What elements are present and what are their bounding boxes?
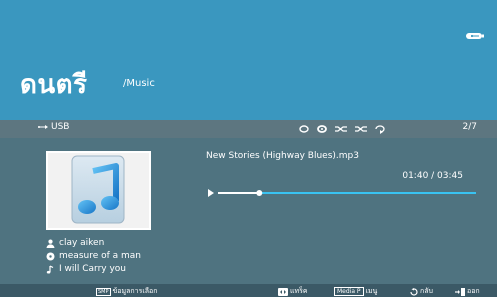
footer-menu-option[interactable]: Media P เมนู <box>334 286 377 297</box>
shuffle-off-icon[interactable] <box>354 124 368 134</box>
page-title: ดนตรี <box>20 70 88 100</box>
footer-exit-option[interactable]: ออก <box>455 286 480 297</box>
footer-info-label: ข้อมูลการเลือก <box>112 287 158 295</box>
footer-track-label: แทร็ค <box>290 287 308 295</box>
footer-exit-label: ออก <box>467 287 480 295</box>
footer-menu-badge: Media P <box>334 287 364 296</box>
elapsed-time: 01:40 / 03:45 <box>402 171 463 181</box>
footer-menu-label: เมนู <box>365 287 378 295</box>
header-panel: ดนตรี /Music <box>0 0 497 120</box>
song-title: I will Carry you <box>59 264 127 274</box>
footer-back-option[interactable]: กลับ <box>409 286 433 297</box>
track-counter: 2/7 <box>462 122 477 132</box>
note-icon <box>46 264 54 273</box>
footer-info-badge: SMP <box>96 287 111 296</box>
disc-icon <box>46 252 55 260</box>
song-row: I will Carry you <box>46 264 126 274</box>
back-icon <box>410 287 418 296</box>
artist-row: clay aiken <box>46 238 104 248</box>
repeat-one-icon[interactable] <box>316 124 328 134</box>
footer-info-option[interactable]: SMP ข้อมูลการเลือก <box>96 286 157 297</box>
person-icon <box>46 239 55 248</box>
playback-modes <box>298 120 386 138</box>
artist-name: clay aiken <box>59 238 105 248</box>
music-note-icon <box>48 153 149 228</box>
usb-icon <box>466 33 484 39</box>
repeat-icon[interactable] <box>298 124 310 134</box>
album-row: measure of a man <box>46 251 141 261</box>
source-indicator: USB <box>38 122 69 132</box>
progress-thumb[interactable] <box>256 190 263 196</box>
source-label: USB <box>51 122 70 132</box>
usb-plug-icon <box>38 125 48 129</box>
track-name: New Stories (Highway Blues).mp3 <box>206 151 359 161</box>
footer-bar: SMP ข้อมูลการเลือก แทร็ค Media P เมนู กล… <box>0 284 497 297</box>
left-right-icon <box>278 287 288 296</box>
footer-track-option[interactable]: แทร็ค <box>278 286 308 297</box>
progress-bar[interactable] <box>206 186 476 200</box>
page-subtitle: /Music <box>123 78 155 89</box>
footer-back-label: กลับ <box>420 287 433 295</box>
repeat-off-icon[interactable] <box>374 124 386 134</box>
shuffle-icon[interactable] <box>334 124 348 134</box>
play-icon[interactable] <box>208 189 214 197</box>
album-art <box>46 151 151 230</box>
album-name: measure of a man <box>59 251 142 261</box>
exit-icon <box>455 287 465 296</box>
status-bar <box>0 120 497 138</box>
